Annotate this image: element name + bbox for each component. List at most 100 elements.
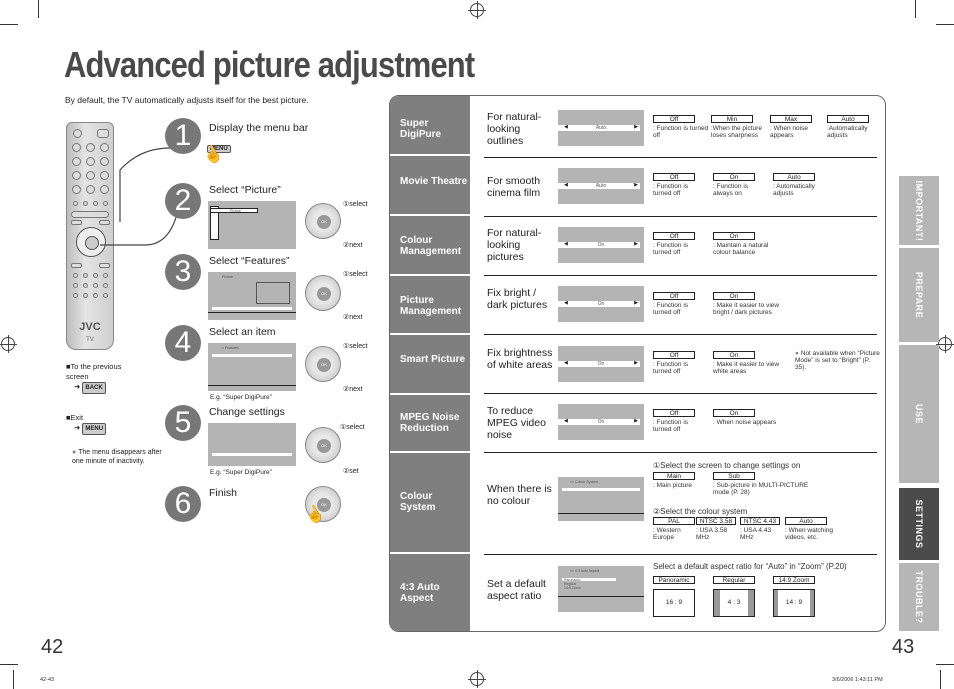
nav-pad-icon <box>305 203 341 239</box>
crop-mark <box>0 664 18 665</box>
crop-mark <box>936 664 954 665</box>
dot-bullet-icon: ● <box>795 350 799 357</box>
tab-trouble[interactable]: TROUBLE? <box>899 563 939 631</box>
nav-select-label: ①select <box>343 201 368 208</box>
osd-value-screen: ◀ On ▶ <box>558 346 644 382</box>
brand-logo: JVC <box>79 321 101 333</box>
step-5-number: 5 <box>165 405 201 441</box>
step-2-number: 2 <box>165 183 201 219</box>
step-1-label: Display the menu bar <box>209 122 309 134</box>
remote-model-label: TV <box>86 337 94 343</box>
option-main: Main <box>653 472 695 480</box>
osd-change-settings-screen <box>208 423 296 466</box>
osd-value-screen: ◀ On ▶ <box>558 227 644 263</box>
osd-value-screen: ◀ Auto ▶ <box>558 168 644 204</box>
osd-colour-system-screen: >> Colour System <box>558 477 644 521</box>
feature-name-movie-theatre: Movie Theatre <box>400 176 468 187</box>
aspect-14-9-diagram: 14 : 9 <box>773 589 815 617</box>
crop-mark <box>940 670 941 689</box>
osd-features-screen: > Features <box>208 343 296 391</box>
step-5-caption: E.g. “Super DigiPure” <box>210 469 272 476</box>
step-4-label: Select an item <box>209 326 276 338</box>
arrow-icon: ➜ <box>74 382 81 391</box>
feature-desc: When there is no colour <box>487 483 552 507</box>
crop-mark <box>38 0 39 18</box>
step-6-number: 6 <box>165 486 201 522</box>
back-key: BACK <box>82 382 106 394</box>
step-4-caption: E.g. “Super DigiPure” <box>210 394 272 401</box>
menu-key: MENU <box>82 423 107 435</box>
crop-mark <box>13 670 14 689</box>
step-5-label: Change settings <box>209 406 285 418</box>
intro-text: By default, the TV automatically adjusts… <box>65 95 309 105</box>
footer-timestamp: 3/6/2006 1:43:11 PM <box>832 677 883 683</box>
step-4-number: 4 <box>165 325 201 361</box>
tab-settings[interactable]: SETTINGS <box>899 488 939 560</box>
option-on: On <box>713 292 755 300</box>
nav-pad-icon <box>305 346 341 382</box>
feature-desc: For natural-looking outlines <box>487 111 542 147</box>
option-on: On <box>713 232 755 240</box>
registration-mark-icon <box>0 335 17 353</box>
osd-picture-screen: Picture <box>208 272 296 320</box>
feature-desc: To reduce MPEG video noise <box>487 405 546 441</box>
nav-next-label: ②next <box>343 386 363 393</box>
option-on: On <box>713 173 755 181</box>
inactivity-note: ● The menu disappears after one minute o… <box>72 449 162 465</box>
nav-pad-icon <box>305 275 341 311</box>
option-ntsc-358: NTSC 3.58 <box>696 517 736 525</box>
option-off: Off <box>653 292 695 300</box>
step-3-label: Select “Features” <box>209 255 290 267</box>
option-pal: PAL <box>653 517 695 525</box>
dot-bullet-icon: ● <box>72 449 77 456</box>
registration-mark-icon <box>936 335 954 353</box>
aspect-4-3-diagram: 4 : 3 <box>713 589 755 617</box>
footer-file-label: 42-43 <box>40 677 55 683</box>
option-regular: Regular <box>713 576 755 584</box>
option-off: Off <box>653 409 695 417</box>
crop-mark <box>0 24 18 25</box>
tab-use[interactable]: USE <box>899 345 939 483</box>
colour-system-step-2: ②Select the colour system <box>653 507 748 516</box>
step-1-number: 1 <box>165 118 201 154</box>
tab-important[interactable]: IMPORTANT! <box>899 176 939 245</box>
feature-name-super-digipure: Super DigiPure <box>400 118 442 140</box>
option-auto: Auto <box>785 517 827 525</box>
previous-screen-note: ■To the previous screen ➜ BACK <box>66 362 141 394</box>
nav-next-label: ②next <box>343 242 363 249</box>
option-auto: Auto <box>827 115 869 123</box>
feature-desc: Fix brightness of white areas <box>487 347 553 371</box>
nav-select-label: ①select <box>340 424 365 431</box>
aspect-instruction: Select a default aspect ratio for “Auto”… <box>653 562 847 571</box>
option-panoramic: Panoramic <box>653 576 695 584</box>
feature-name-colour-system: Colour System <box>400 491 436 513</box>
osd-value-screen: ◀ Auto ▶ <box>558 110 644 146</box>
feature-name-smart-picture: Smart Picture <box>400 354 466 365</box>
page-title: Advanced picture adjustment <box>64 44 475 85</box>
feature-desc: Set a default aspect ratio <box>487 578 546 602</box>
nav-set-label: ②set <box>343 468 359 475</box>
nav-select-label: ①select <box>343 343 368 350</box>
option-ntsc-443: NTSC 4.43 <box>740 517 780 525</box>
registration-mark-icon <box>468 1 486 19</box>
feature-name-mpeg-noise-reduction: MPEG Noise Reduction <box>400 412 460 434</box>
tab-prepare[interactable]: PREPARE <box>899 248 939 342</box>
option-on: On <box>713 351 755 359</box>
step-2-label: Select “Picture” <box>209 184 281 196</box>
step-6-label: Finish <box>209 487 238 499</box>
colour-system-step-1: ①Select the screen to change settings on <box>653 461 801 470</box>
nav-select-label: ①select <box>343 271 368 278</box>
option-off: Off <box>653 115 695 123</box>
feature-name-4-3-auto-aspect: 4:3 Auto Aspect <box>400 582 440 604</box>
features-panel: Super DigiPure For natural-looking outli… <box>389 95 886 632</box>
feature-name-picture-management: Picture Management <box>400 295 462 317</box>
arrow-icon: ➜ <box>74 423 81 432</box>
osd-value-screen: ◀ On ▶ <box>558 286 644 322</box>
crop-mark <box>936 24 954 25</box>
aspect-16-9-diagram: 16 : 9 <box>653 589 695 617</box>
page-number-right: 43 <box>892 636 915 658</box>
exit-note: ■Exit ➜ MENU <box>66 413 141 435</box>
osd-auto-aspect-screen: >> 4:3 Auto Aspect Panoramic Regular 14:… <box>558 566 644 612</box>
osd-menu-bar-screen: Picture <box>208 201 296 249</box>
option-sub: Sub <box>713 472 755 480</box>
